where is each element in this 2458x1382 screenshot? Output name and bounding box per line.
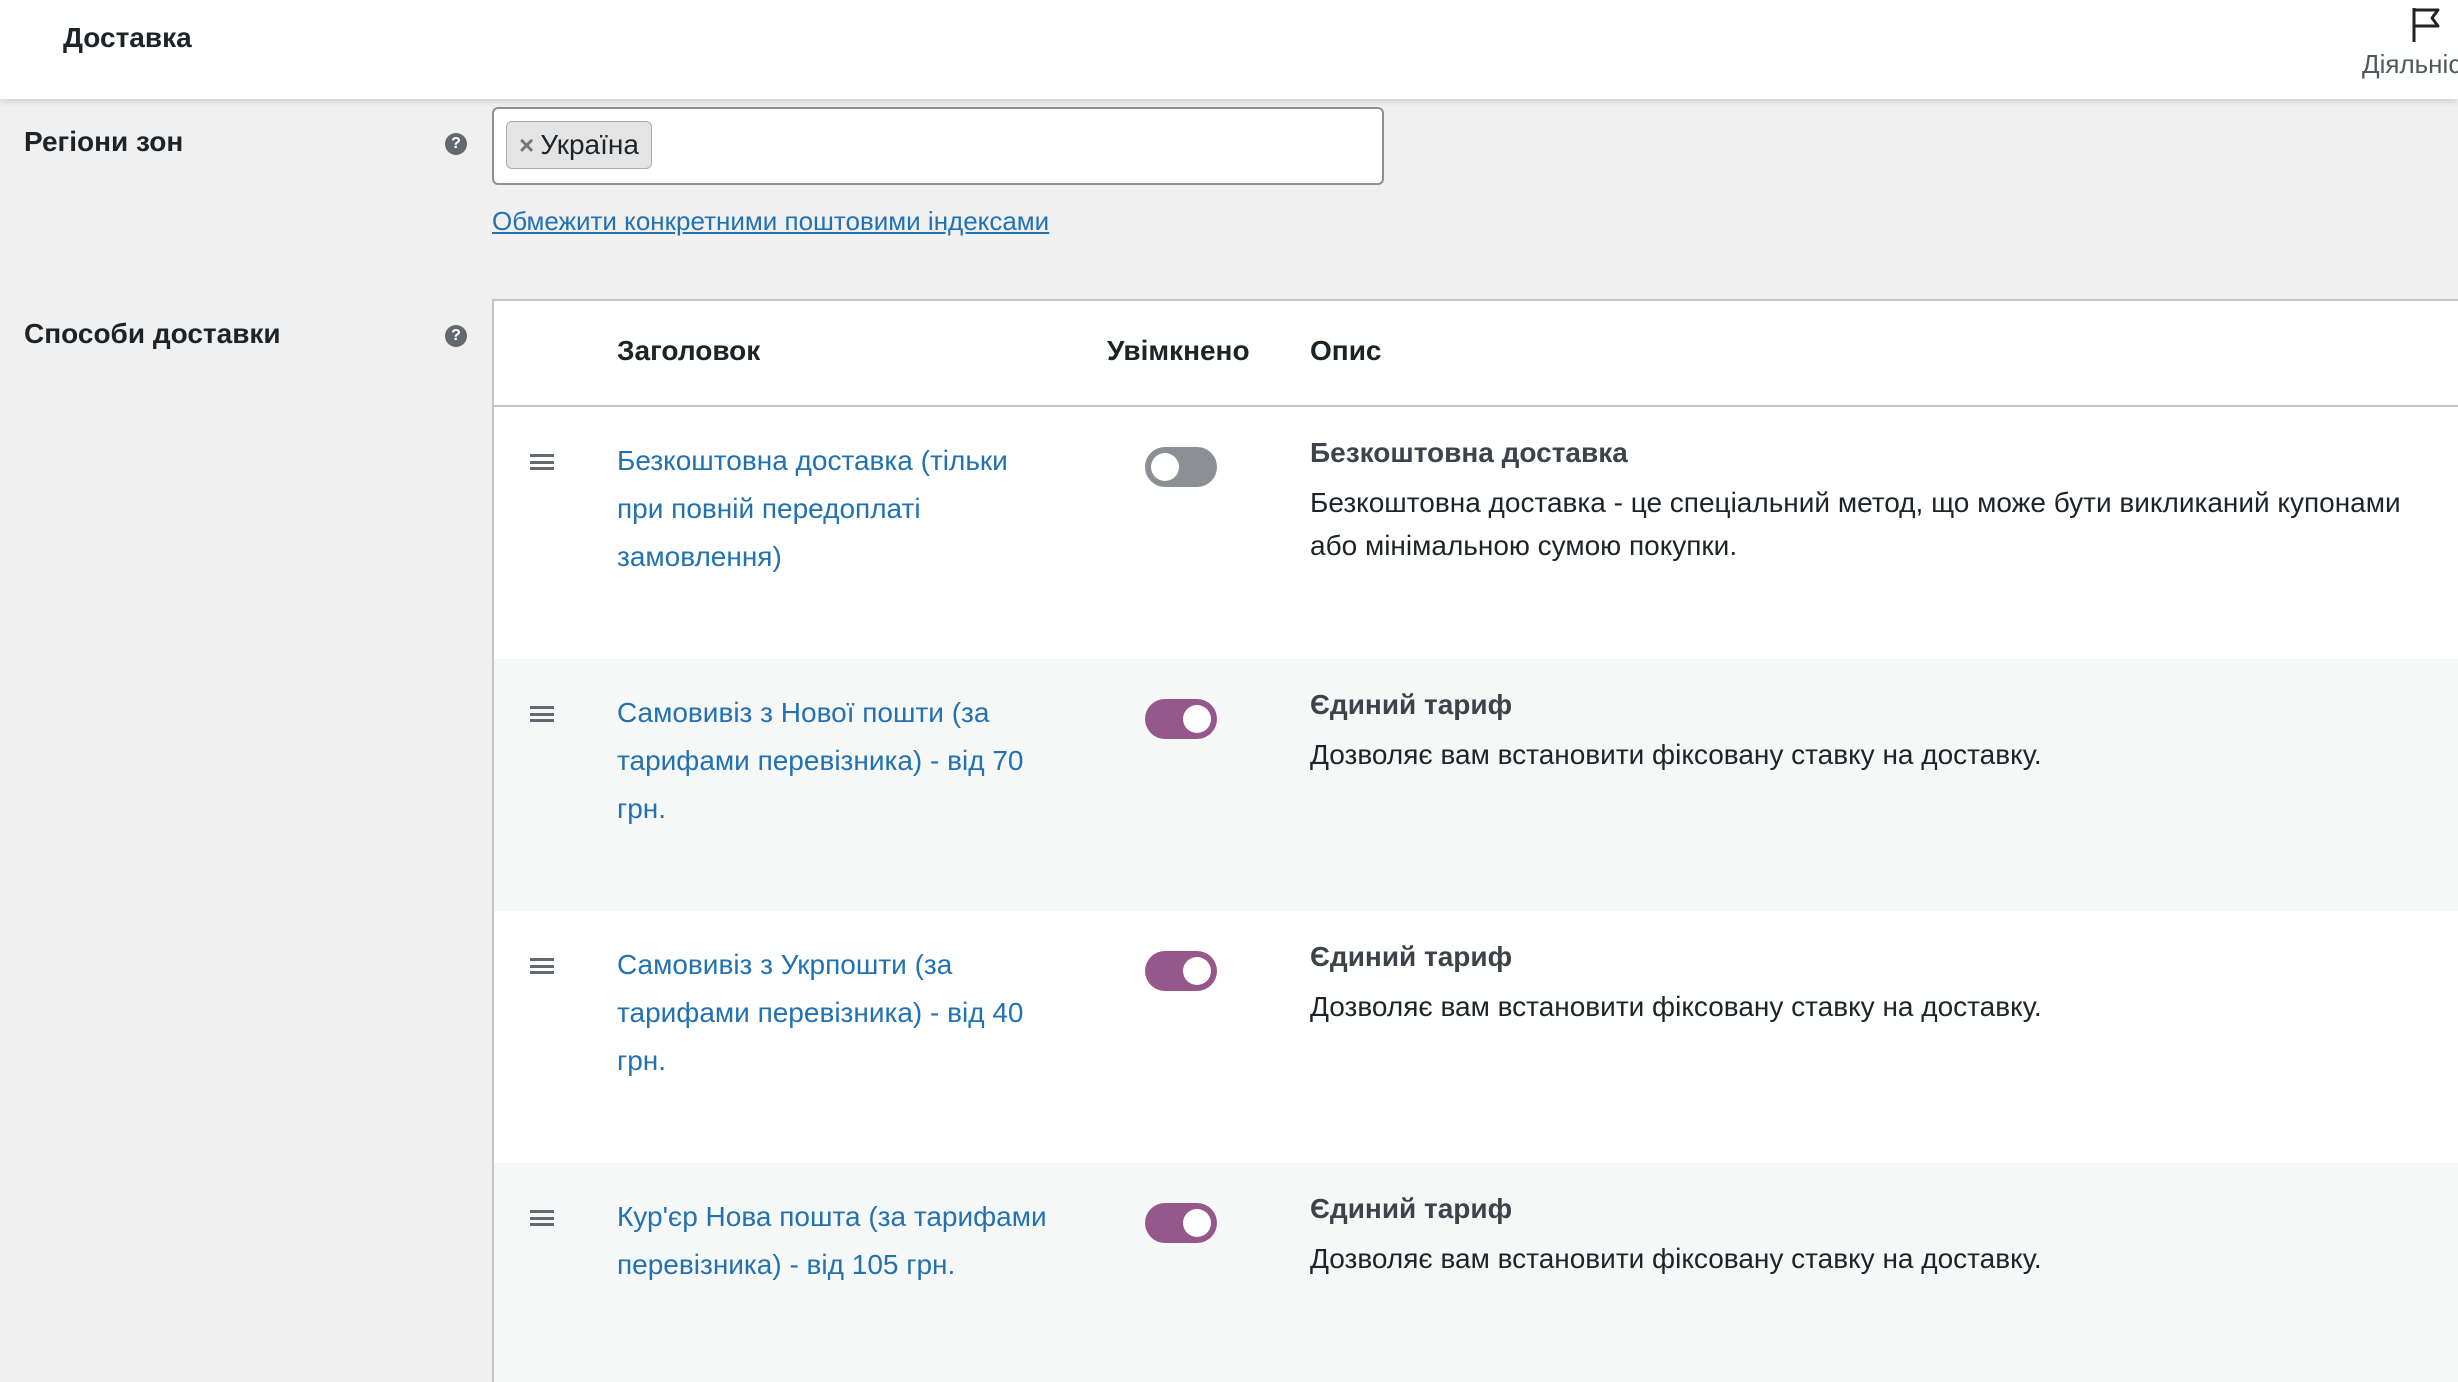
page-title: Доставка — [63, 22, 192, 53]
method-description: Дозволяє вам встановити фіксовану ставку… — [1310, 1243, 2042, 1274]
activity-label: Діяльніс — [2362, 49, 2458, 79]
column-header-title: Заголовок — [617, 335, 761, 366]
zone-regions-label: Регіони зон — [24, 126, 184, 157]
method-title-link[interactable]: Самовивіз з Нової пошти (за тарифами пер… — [617, 689, 1047, 833]
method-description: Безкоштовна доставка - це спеціальний ме… — [1310, 487, 2401, 561]
activity-panel-button[interactable]: Діяльніс — [2358, 0, 2458, 99]
drag-handle-icon[interactable] — [530, 1210, 554, 1226]
method-name: Безкоштовна доставка — [1310, 437, 1628, 468]
limit-postcodes-link[interactable]: Обмежити конкретними поштовими індексами — [492, 206, 1049, 237]
help-icon[interactable]: ? — [445, 133, 467, 155]
method-description: Дозволяє вам встановити фіксовану ставку… — [1310, 991, 2042, 1022]
method-title-link[interactable]: Самовивіз з Укрпошти (за тарифами переві… — [617, 941, 1047, 1085]
table-row: Кур'єр Нова пошта (за тарифами перевізни… — [494, 1163, 2458, 1382]
help-icon[interactable]: ? — [445, 325, 467, 347]
remove-region-icon[interactable]: × — [519, 130, 534, 161]
flag-icon — [2412, 8, 2440, 42]
table-row: Безкоштовна доставка (тільки при повній … — [494, 407, 2458, 659]
drag-handle-icon[interactable] — [530, 958, 554, 974]
top-header: Доставка Діяльніс — [0, 0, 2458, 99]
enabled-toggle[interactable] — [1145, 1203, 1217, 1243]
column-header-description: Опис — [1310, 335, 1382, 366]
table-row: Самовивіз з Укрпошти (за тарифами переві… — [494, 911, 2458, 1163]
method-name: Єдиний тариф — [1310, 941, 1513, 972]
method-title-link[interactable]: Кур'єр Нова пошта (за тарифами перевізни… — [617, 1193, 1047, 1289]
method-description: Дозволяє вам встановити фіксовану ставку… — [1310, 739, 2042, 770]
table-header: Заголовок Увімкнено Опис — [494, 301, 2458, 407]
enabled-toggle[interactable] — [1145, 699, 1217, 739]
method-name: Єдиний тариф — [1310, 689, 1513, 720]
method-name: Єдиний тариф — [1310, 1193, 1513, 1224]
region-chip: × Україна — [506, 121, 652, 169]
column-header-enabled: Увімкнено — [1107, 335, 1250, 366]
enabled-toggle[interactable] — [1145, 447, 1217, 487]
method-title-link[interactable]: Безкоштовна доставка (тільки при повній … — [617, 437, 1047, 581]
shipping-methods-table: Заголовок Увімкнено Опис Безкоштовна дос… — [492, 299, 2458, 1382]
drag-handle-icon[interactable] — [530, 706, 554, 722]
zone-regions-select[interactable]: × Україна — [492, 107, 1384, 185]
shipping-methods-label: Способи доставки — [24, 318, 281, 349]
region-chip-label: Україна — [540, 129, 639, 160]
table-row: Самовивіз з Нової пошти (за тарифами пер… — [494, 659, 2458, 911]
enabled-toggle[interactable] — [1145, 951, 1217, 991]
drag-handle-icon[interactable] — [530, 454, 554, 470]
